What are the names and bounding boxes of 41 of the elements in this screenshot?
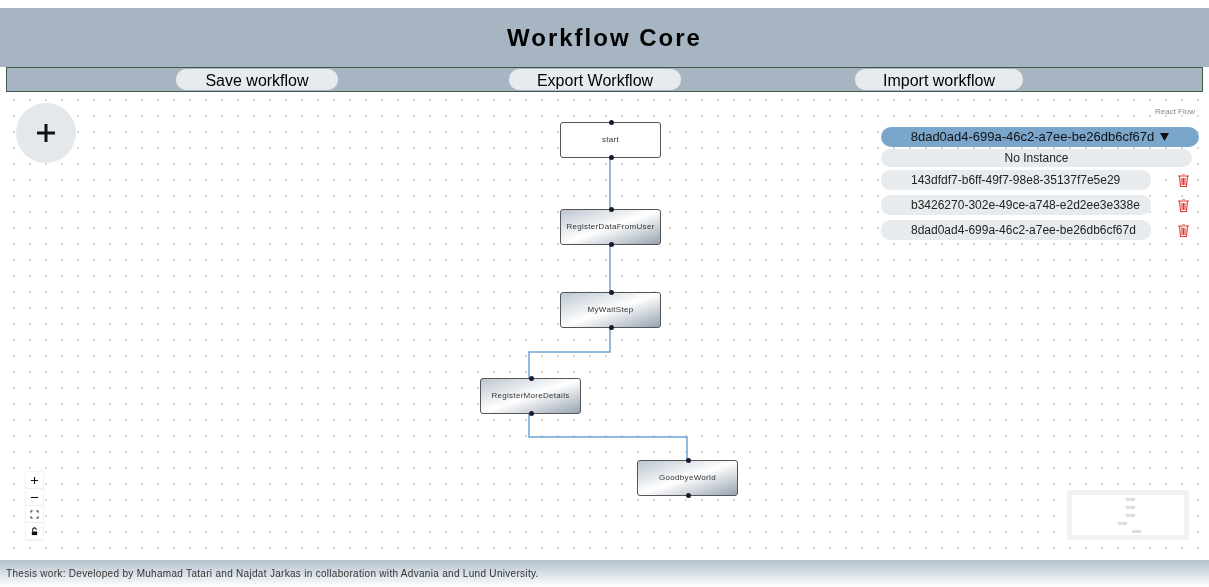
trash-icon — [1177, 223, 1189, 237]
flow-node[interactable]: start — [560, 122, 661, 158]
instance-option[interactable]: 143dfdf7-b6ff-49f7-98e8-35137f7e5e29 — [881, 170, 1151, 190]
trash-icon — [1177, 173, 1189, 187]
zoom-in-icon — [30, 475, 39, 485]
flow-node[interactable]: GoodbyeWorld — [637, 460, 738, 496]
delete-button[interactable] — [1177, 198, 1189, 212]
footer-text: Thesis work: Developed by Muhamad Tatari and Najdat Jarkas in collaboration with Advania and Lund University. — [6, 567, 539, 581]
node-handle[interactable] — [609, 325, 614, 330]
toolbar-button[interactable]: Export Workflow — [509, 69, 681, 90]
toolbar-button[interactable]: Save workflow — [176, 69, 338, 90]
edge-line — [609, 157, 611, 210]
add-button[interactable] — [16, 103, 76, 163]
node-handle[interactable] — [609, 242, 614, 247]
delete-button[interactable] — [1177, 223, 1189, 237]
instance-option[interactable]: 8dad0ad4-699a-46c2-a7ee-be26db6cf67d — [881, 220, 1151, 240]
node-handle[interactable] — [529, 411, 534, 416]
node-handle[interactable] — [609, 120, 614, 125]
minimap-drawing — [1118, 498, 1144, 536]
lock-icon — [30, 526, 39, 536]
trash-icon — [1177, 198, 1189, 212]
node-handle[interactable] — [529, 376, 534, 381]
app-title: Workflow Core — [507, 22, 702, 53]
flow-node[interactable]: RegisterMoreDetails — [480, 378, 581, 414]
toolbar-button[interactable]: Import workflow — [855, 69, 1023, 90]
node-handle[interactable] — [609, 207, 614, 212]
node-handle[interactable] — [686, 493, 691, 498]
plus-icon — [36, 123, 56, 143]
caret-icon — [1160, 133, 1170, 141]
instance-dropdown[interactable]: 8dad0ad4-699a-46c2-a7ee-be26db6cf67d — [881, 127, 1199, 147]
node-handle[interactable] — [609, 290, 614, 295]
delete-button[interactable] — [1177, 173, 1189, 187]
fit-view-icon — [30, 509, 39, 519]
flow-node[interactable]: RegisterDataFromUser — [560, 209, 661, 245]
instance-option[interactable]: No Instance — [881, 149, 1192, 167]
node-handle[interactable] — [686, 458, 691, 463]
node-handle[interactable] — [609, 155, 614, 160]
flow-node[interactable]: MyWaitStep — [560, 292, 661, 328]
instance-option[interactable]: b3426270-302e-49ce-a748-e2d2ee3e338e — [881, 195, 1151, 215]
edge-line — [609, 244, 611, 293]
attribution-link[interactable]: React Flow — [1155, 106, 1195, 118]
